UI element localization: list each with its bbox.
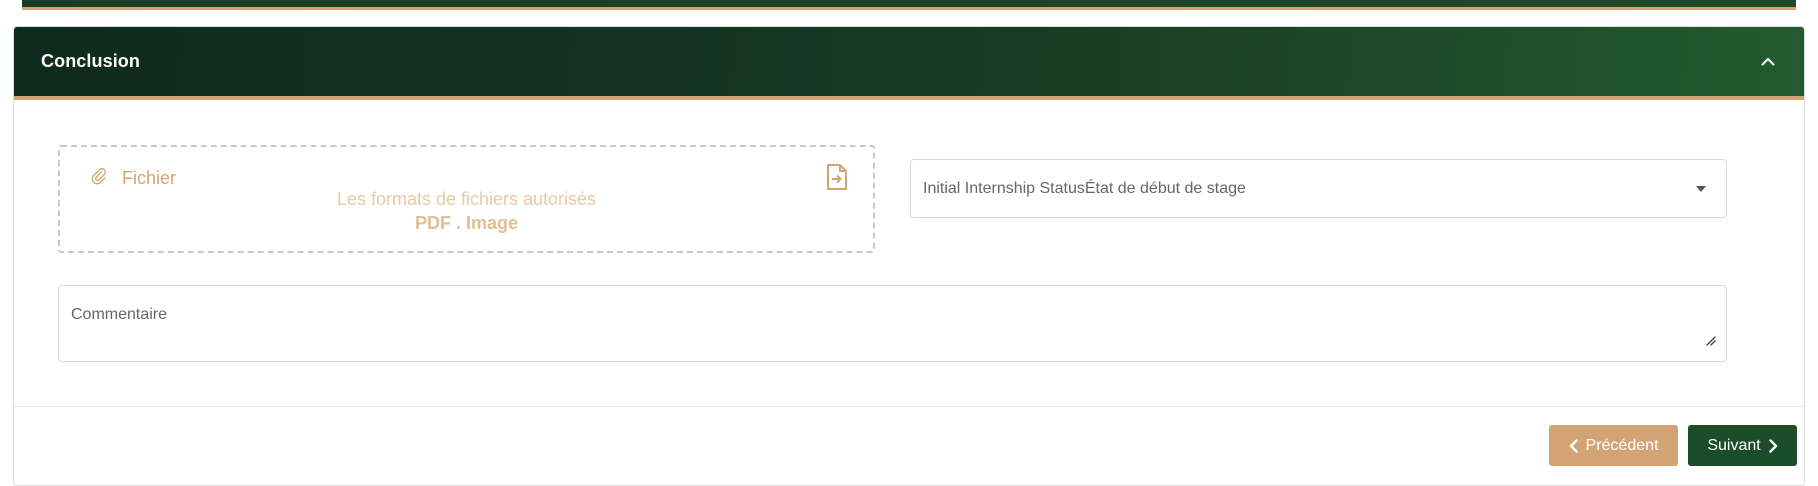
comment-textarea[interactable]: Commentaire [58,285,1727,362]
next-button-label: Suivant [1707,436,1761,454]
panel-header[interactable]: Conclusion [14,27,1804,100]
next-button[interactable]: Suivant [1688,425,1797,466]
caret-down-icon [1696,185,1706,192]
allowed-formats-list: PDF . Image [414,213,519,233]
previous-button[interactable]: Précédent [1549,425,1678,466]
file-dropzone[interactable]: Fichier Les formats de fichiers autorisé… [58,145,875,253]
chevron-up-icon[interactable] [1756,50,1780,74]
previous-section-edge [22,0,1796,10]
previous-button-label: Précédent [1585,436,1659,454]
comment-placeholder: Commentaire [71,306,168,323]
allowed-formats-hint: Les formats de fichiers autorisés [336,189,597,209]
footer-divider [14,406,1804,407]
file-label: Fichier [90,167,176,190]
internship-status-select[interactable]: Initial Internship StatusÉtat de début d… [910,159,1727,218]
conclusion-panel: Conclusion Fichier Les formats de fichie… [13,26,1805,486]
chevron-left-icon [1569,438,1578,453]
resize-handle-icon[interactable] [1704,333,1716,351]
paperclip-icon [90,167,108,190]
panel-title: Conclusion [41,51,140,71]
file-label-text: Fichier [122,168,177,188]
internship-status-value: Initial Internship StatusÉtat de début d… [923,179,1246,197]
chevron-right-icon [1768,438,1778,453]
